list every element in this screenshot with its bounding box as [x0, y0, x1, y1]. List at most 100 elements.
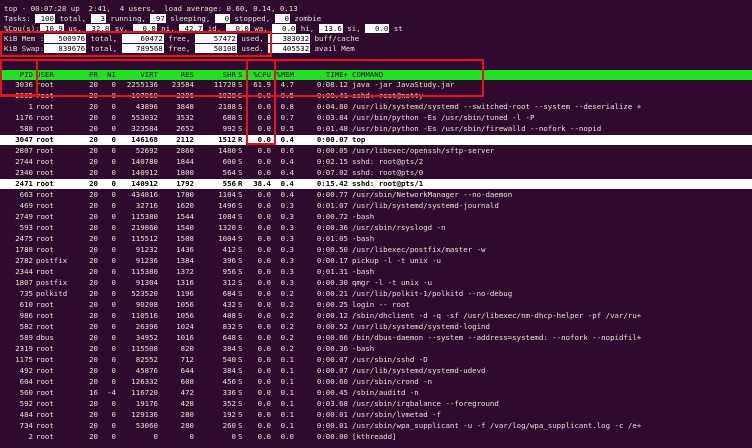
cell-ni: 0	[111, 267, 116, 276]
cell-cpu: 0.0	[257, 355, 271, 364]
cell-cpu: 0.0	[257, 421, 271, 430]
cell-ni: 0	[111, 124, 116, 133]
terminal-window[interactable]: top - 00:07:28 up 2:41, 4 users, load av…	[0, 0, 752, 448]
cell-ni: 0	[111, 377, 116, 386]
cell-virt: 26396	[135, 322, 158, 331]
cell-pr: 20	[89, 300, 98, 309]
cell-virt: 90208	[135, 300, 158, 309]
cell-time: 0:00.36	[316, 223, 348, 232]
cell-pid: 1176	[15, 113, 33, 122]
cell-virt: 34952	[135, 333, 158, 342]
cell-pr: 20	[89, 366, 98, 375]
cell-time: 0:02.15	[316, 157, 348, 166]
cell-s: S	[238, 256, 243, 265]
cell-virt: 53060	[135, 421, 158, 430]
cell-pid: 986	[19, 311, 33, 320]
cell-shr: 1480	[218, 146, 236, 155]
cell-ni: 0	[111, 223, 116, 232]
cell-mem: 0.2	[280, 311, 294, 320]
cell-mem: 0.3	[280, 212, 294, 221]
cell-s: S	[238, 344, 243, 353]
cell-command: /usr/sbin/rsyslogd -n	[352, 223, 446, 232]
cell-res: 644	[180, 366, 194, 375]
cell-pid: 469	[19, 201, 33, 210]
cell-ni: 0	[111, 421, 116, 430]
process-row: 592 root 20 0 19176 428 352 S 0.0 0.1 0:03.68/usr/…	[0, 399, 752, 409]
cell-pr: 20	[89, 157, 98, 166]
cell-user: root	[36, 179, 54, 188]
process-row: 1 root 20 0 43896 3848 2188 S 0.0 0.8 0:04.80/usr/…	[0, 102, 752, 112]
process-row: 1807 postfix 20 0 91304 1316 312 S 0.0 0.3 0:00.30…	[0, 278, 752, 288]
cell-res: 428	[180, 399, 194, 408]
cell-mem: 0.1	[280, 388, 294, 397]
cell-mem: 0.0	[280, 432, 294, 441]
cell-user: root	[36, 157, 54, 166]
cell-pr: 20	[89, 102, 98, 111]
cell-res: 1844	[176, 157, 194, 166]
cell-virt: 116720	[131, 388, 158, 397]
summary-line: top - 00:07:28 up 2:41, 4 users, load av…	[4, 4, 298, 14]
cell-virt: 110516	[131, 311, 158, 320]
cell-command: /bin/dbus-daemon --system --address=syst…	[352, 333, 642, 342]
cell-time: 0:00.45	[316, 388, 348, 397]
cell-cpu: 0.0	[257, 432, 271, 441]
cell-pid: 735	[19, 289, 33, 298]
cell-virt: 115380	[131, 212, 158, 221]
cell-user: root	[36, 124, 54, 133]
cell-cpu: 0.0	[257, 278, 271, 287]
cell-pid: 2475	[15, 234, 33, 243]
cell-shr: 832	[222, 322, 236, 331]
cell-shr: 688	[222, 113, 236, 122]
cell-ni: 0	[111, 245, 116, 254]
cell-pid: 1807	[15, 278, 33, 287]
cell-cpu: 0.0	[257, 344, 271, 353]
cell-time: 0:00.07	[316, 135, 348, 144]
cell-cpu: 0.0	[257, 399, 271, 408]
cell-virt: 52692	[135, 146, 158, 155]
cell-mem: 0.1	[280, 377, 294, 386]
cell-virt: 91232	[135, 245, 158, 254]
cell-shr: 1320	[218, 223, 236, 232]
cell-command: /usr/sbin/crond -n	[352, 377, 433, 386]
cell-ni: 0	[111, 179, 116, 188]
cell-cpu: 38.4	[253, 179, 271, 188]
summary-text: Tasks:	[4, 14, 36, 23]
process-row: 492 root 20 0 45876 644 384 S 0.0 0.1 0:00.07/usr/…	[0, 366, 752, 376]
cell-ni: 0	[111, 201, 116, 210]
cell-command: qmgr -l -t unix -u	[352, 278, 433, 287]
cell-cpu: 0.0	[257, 157, 271, 166]
summary-text: st	[389, 24, 403, 33]
cell-pr: 20	[89, 234, 98, 243]
cell-pid: 2344	[15, 267, 33, 276]
summary-value: 405532	[268, 44, 311, 53]
cell-cpu: 0.0	[257, 146, 271, 155]
cell-virt: 146168	[131, 135, 158, 144]
cell-mem: 0.3	[280, 201, 294, 210]
cell-s: S	[238, 410, 243, 419]
cell-shr: 396	[222, 256, 236, 265]
cell-command: -bash	[352, 344, 375, 353]
process-row: 604 root 20 0 126332 608 456 S 0.0 0.1 0:00.60/usr…	[0, 377, 752, 387]
cell-time: 0:00.01	[316, 421, 348, 430]
cell-command: /usr/lib/polkit-1/polkitd --no-debug	[352, 289, 513, 298]
cell-mem: 0.2	[280, 322, 294, 331]
cell-user: root	[36, 388, 54, 397]
cell-ni: 0	[111, 157, 116, 166]
cell-pr: 20	[89, 311, 98, 320]
cell-s: S	[238, 223, 243, 232]
cell-pr: 20	[89, 146, 98, 155]
cell-virt: 219860	[131, 223, 158, 232]
cell-res: 2112	[176, 135, 194, 144]
cell-s: S	[238, 245, 243, 254]
cell-pid: 484	[19, 410, 33, 419]
cell-virt: 129136	[131, 410, 158, 419]
cell-shr: 1084	[218, 212, 236, 221]
summary-value: 0.0	[272, 24, 297, 33]
cell-ni: 0	[111, 344, 116, 353]
cell-shr: 260	[222, 421, 236, 430]
cell-command: top	[352, 135, 366, 144]
annotation-box-summary-cpu	[0, 31, 272, 57]
cell-res: 1384	[176, 256, 194, 265]
cell-pid: 492	[19, 366, 33, 375]
process-row: 2475 root 20 0 115512 1508 1004 S 0.0 0.3 0:01.05-…	[0, 234, 752, 244]
